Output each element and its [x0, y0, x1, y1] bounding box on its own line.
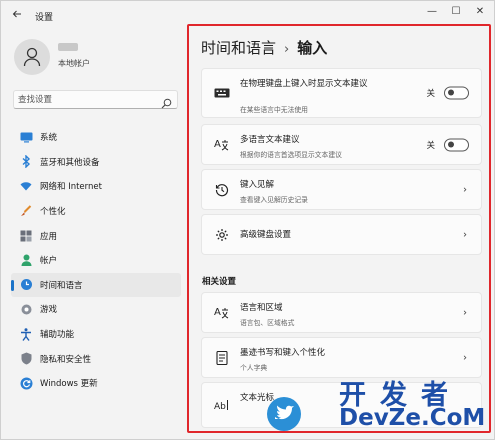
- back-arrow-icon[interactable]: [9, 8, 25, 24]
- app-title: 设置: [35, 13, 54, 23]
- gear-icon: [214, 228, 230, 242]
- history-icon: [214, 183, 230, 197]
- setting-card-language-region[interactable]: A 语言和区域 语言包、区域格式 ›: [201, 292, 482, 333]
- setting-title: 高级键盘设置: [240, 230, 292, 240]
- maximize-button[interactable]: ☐: [445, 4, 467, 20]
- sidebar-item-network[interactable]: 网络和 Internet: [11, 174, 181, 199]
- account-type: 本地帐户: [58, 59, 90, 68]
- site-watermark: 开发者 DevZe.CoM: [247, 373, 495, 440]
- sidebar-item-time-language[interactable]: 时间和语言: [11, 272, 181, 298]
- svg-text:Ab: Ab: [214, 402, 226, 411]
- svg-text:A: A: [214, 307, 221, 318]
- sidebar-item-label: 蓝牙和其他设备: [40, 157, 100, 168]
- watermark-brand-en: DevZe.CoM: [339, 405, 486, 431]
- person-icon: [19, 253, 33, 267]
- sidebar-item-gaming[interactable]: 游戏: [11, 297, 181, 322]
- keyboard-icon: [214, 86, 230, 100]
- sidebar-item-label: 网络和 Internet: [40, 182, 102, 193]
- language-suggest-icon: A: [214, 138, 230, 152]
- bird-logo-icon: [267, 397, 301, 431]
- sidebar-item-accounts[interactable]: 帐户: [11, 248, 181, 273]
- minimize-button[interactable]: —: [421, 4, 443, 20]
- related-settings-heading: 相关设置: [202, 277, 237, 287]
- page-title: 输入: [297, 39, 328, 57]
- setting-description: 查看键入见解历史记录: [240, 196, 308, 204]
- wifi-icon: [19, 179, 33, 193]
- bluetooth-icon: [19, 155, 33, 169]
- person-icon: [23, 47, 41, 67]
- sidebar-item-bluetooth[interactable]: 蓝牙和其他设备: [11, 150, 181, 175]
- sidebar-item-windows-update[interactable]: Windows 更新: [11, 371, 181, 396]
- sidebar-item-label: 辅助功能: [40, 330, 75, 341]
- avatar[interactable]: [14, 39, 50, 75]
- setting-description: 语言包、区域格式: [240, 319, 295, 327]
- sidebar-item-personalization[interactable]: 个性化: [11, 199, 181, 224]
- close-button[interactable]: ✕: [469, 4, 491, 20]
- sidebar-item-privacy[interactable]: 隐私和安全性: [11, 346, 181, 371]
- chevron-right-icon: ›: [463, 229, 467, 240]
- sidebar-nav: 系统 蓝牙和其他设备 网络和 Internet 个性化 应用 帐户 时间和语言 …: [11, 125, 181, 396]
- sidebar-item-accessibility[interactable]: 辅助功能: [11, 322, 181, 347]
- toggle-state-label: 关: [426, 140, 435, 151]
- sidebar-item-label: 系统: [40, 133, 58, 144]
- sidebar-item-system[interactable]: 系统: [11, 125, 181, 150]
- svg-text:A: A: [214, 139, 221, 150]
- breadcrumb-parent[interactable]: 时间和语言: [201, 39, 276, 57]
- sidebar-item-label: 个性化: [40, 207, 66, 218]
- setting-card-multilingual[interactable]: A 多语言文本建议 根据你的语言首选项显示文本建议 关: [201, 124, 482, 165]
- setting-card-typing-insights[interactable]: 键入见解 查看键入见解历史记录 ›: [201, 169, 482, 210]
- sidebar-item-apps[interactable]: 应用: [11, 223, 181, 248]
- setting-title: 键入见解: [240, 180, 275, 190]
- setting-description: 在某些语言中无法使用: [240, 106, 308, 114]
- sidebar-item-label: 应用: [40, 231, 58, 242]
- sidebar-item-label: Windows 更新: [40, 379, 98, 390]
- setting-card-inking-typing[interactable]: 墨迹书写和键入个性化 个人字典 ›: [201, 337, 482, 378]
- gamepad-icon: [19, 302, 33, 316]
- setting-title: 墨迹书写和键入个性化: [240, 348, 326, 358]
- setting-card-advanced-keyboard[interactable]: 高级键盘设置 ›: [201, 214, 482, 255]
- sidebar-item-label: 游戏: [40, 305, 58, 316]
- search-icon[interactable]: [161, 94, 172, 113]
- language-region-icon: A: [214, 306, 230, 320]
- search-box[interactable]: [13, 90, 178, 109]
- breadcrumb: 时间和语言 › 输入: [201, 37, 327, 58]
- setting-title: 语言和区域: [240, 303, 283, 313]
- sidebar-item-label: 时间和语言: [40, 280, 83, 291]
- breadcrumb-separator: ›: [284, 42, 290, 57]
- chevron-right-icon: ›: [463, 352, 467, 363]
- sidebar-item-label: 帐户: [40, 256, 58, 267]
- shield-icon: [19, 352, 33, 366]
- settings-window: 设置 — ☐ ✕ 本地帐户 系统 蓝牙和其他设备: [0, 0, 495, 440]
- text-cursor-icon: Ab: [214, 398, 230, 412]
- update-icon: [19, 376, 33, 390]
- chevron-right-icon: ›: [463, 307, 467, 318]
- accessibility-icon: [19, 327, 33, 341]
- brush-icon: [19, 204, 33, 218]
- setting-description: 根据你的语言首选项显示文本建议: [240, 151, 342, 159]
- setting-title: 在物理键盘上键入时显示文本建议: [240, 79, 368, 89]
- monitor-icon: [19, 130, 33, 144]
- chevron-right-icon: ›: [463, 184, 467, 195]
- setting-title: 多语言文本建议: [240, 135, 300, 145]
- text-suggestions-toggle[interactable]: [444, 86, 469, 100]
- user-name-redacted: [58, 43, 78, 51]
- multilingual-suggestions-toggle[interactable]: [444, 138, 469, 151]
- sidebar-item-label: 隐私和安全性: [40, 354, 92, 365]
- setting-card-text-suggestions[interactable]: 在物理键盘上键入时显示文本建议 在某些语言中无法使用 关: [201, 68, 482, 118]
- search-input[interactable]: [18, 93, 158, 106]
- globe-clock-icon: [19, 278, 33, 292]
- setting-description: 个人字典: [240, 364, 268, 372]
- apps-icon: [19, 229, 33, 243]
- toggle-state-label: 关: [426, 89, 435, 99]
- notebook-icon: [214, 350, 230, 365]
